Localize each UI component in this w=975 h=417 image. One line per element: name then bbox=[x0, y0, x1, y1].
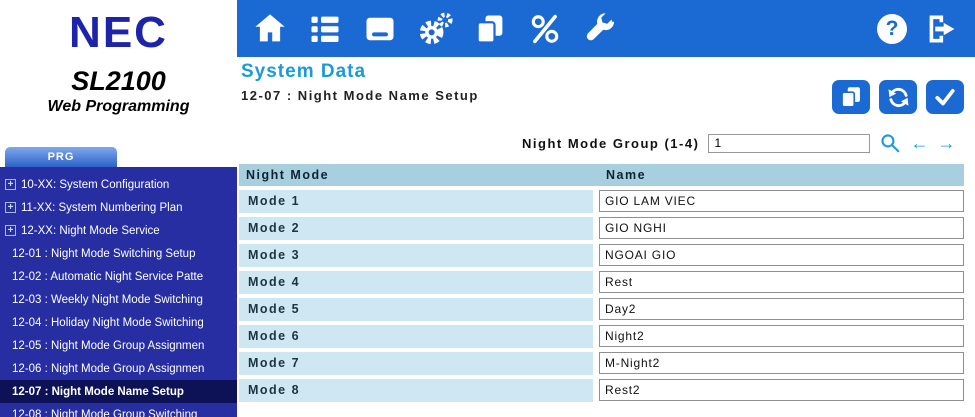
table-row: Mode 5 bbox=[239, 298, 964, 321]
next-arrow-icon[interactable]: → bbox=[937, 134, 955, 153]
copy-pages-icon[interactable] bbox=[471, 10, 509, 48]
name-input-3[interactable] bbox=[599, 244, 964, 266]
main-content: System Data 12-07 : Night Mode Name Setu… bbox=[237, 57, 975, 417]
top-toolbar: ? bbox=[237, 0, 975, 57]
action-buttons bbox=[832, 80, 964, 114]
table-row: Mode 2 bbox=[239, 217, 964, 240]
col-header-night-mode: Night Mode bbox=[239, 164, 593, 186]
name-input-2[interactable] bbox=[599, 217, 964, 239]
sidebar-item-label: 12-01 : Night Mode Switching Setup bbox=[12, 248, 195, 260]
sidebar-item-label: 12-03 : Weekly Night Mode Switching bbox=[12, 294, 203, 306]
sidebar-item-12-02[interactable]: 12-02 : Automatic Night Service Patte bbox=[0, 265, 237, 288]
app-subtitle: Web Programming bbox=[0, 98, 237, 116]
name-input-4[interactable] bbox=[599, 271, 964, 293]
sidebar-item-10xx[interactable]: + 10-XX: System Configuration bbox=[0, 173, 237, 196]
sidebar-item-12-01[interactable]: 12-01 : Night Mode Switching Setup bbox=[0, 242, 237, 265]
model-name: SL2100 bbox=[0, 66, 237, 97]
app-window: NEC SL2100 Web Programming PRG + 10-XX: … bbox=[0, 0, 975, 417]
sidebar-item-label: 12-05 : Night Mode Group Assignmen bbox=[12, 340, 204, 352]
name-input-1[interactable] bbox=[599, 190, 964, 212]
logout-icon[interactable] bbox=[923, 10, 961, 48]
name-input-5[interactable] bbox=[599, 298, 964, 320]
help-icon[interactable]: ? bbox=[877, 14, 907, 44]
sidebar-item-12-04[interactable]: 12-04 : Holiday Night Mode Switching bbox=[0, 311, 237, 334]
mode-label: Mode 3 bbox=[239, 244, 593, 267]
sidebar-item-label: 12-08 : Night Mode Group Switching bbox=[12, 409, 197, 417]
sidebar-item-label: 11-XX: System Numbering Plan bbox=[21, 202, 183, 214]
mode-label: Mode 1 bbox=[239, 190, 593, 213]
sidebar-item-label: 12-06 : Night Mode Group Assignmen bbox=[12, 363, 204, 375]
mode-label: Mode 7 bbox=[239, 352, 593, 375]
storage-icon[interactable] bbox=[361, 10, 399, 48]
group-input[interactable] bbox=[708, 134, 870, 153]
prev-arrow-icon[interactable]: ← bbox=[910, 134, 928, 153]
search-icon[interactable] bbox=[879, 132, 901, 154]
name-input-6[interactable] bbox=[599, 325, 964, 347]
sidebar-item-12xx[interactable]: + 12-XX: Night Mode Service bbox=[0, 219, 237, 242]
mode-label: Mode 8 bbox=[239, 379, 593, 402]
nec-logo: NEC bbox=[0, 8, 237, 58]
home-icon[interactable] bbox=[251, 10, 289, 48]
name-input-7[interactable] bbox=[599, 352, 964, 374]
table-header-row: Night Mode Name bbox=[239, 164, 964, 186]
sidebar-item-label: 12-XX: Night Mode Service bbox=[21, 225, 160, 237]
sidebar-item-11xx[interactable]: + 11-XX: System Numbering Plan bbox=[0, 196, 237, 219]
table-row: Mode 1 bbox=[239, 190, 964, 213]
night-mode-table: Night Mode Name Mode 1 Mode 2 Mode 3 Mod… bbox=[239, 164, 964, 406]
group-selector-row: Night Mode Group (1-4) ← → bbox=[522, 132, 955, 154]
table-row: Mode 8 bbox=[239, 379, 964, 402]
table-row: Mode 7 bbox=[239, 352, 964, 375]
sidebar-item-12-03[interactable]: 12-03 : Weekly Night Mode Switching bbox=[0, 288, 237, 311]
nav-tree: + 10-XX: System Configuration + 11-XX: S… bbox=[0, 167, 237, 417]
mode-label: Mode 5 bbox=[239, 298, 593, 321]
mode-label: Mode 2 bbox=[239, 217, 593, 240]
gears-icon[interactable] bbox=[416, 10, 454, 48]
sidebar: NEC SL2100 Web Programming PRG + 10-XX: … bbox=[0, 0, 237, 417]
table-row: Mode 3 bbox=[239, 244, 964, 267]
menu-list-icon[interactable] bbox=[306, 10, 344, 48]
mode-label: Mode 4 bbox=[239, 271, 593, 294]
sidebar-item-12-07-selected[interactable]: 12-07 : Night Mode Name Setup bbox=[0, 380, 237, 403]
maintenance-tools-icon[interactable] bbox=[526, 10, 564, 48]
wrench-icon[interactable] bbox=[581, 10, 619, 48]
apply-button[interactable] bbox=[926, 80, 964, 114]
sidebar-item-12-06[interactable]: 12-06 : Night Mode Group Assignmen bbox=[0, 357, 237, 380]
copy-button[interactable] bbox=[832, 80, 870, 114]
sidebar-item-12-05[interactable]: 12-05 : Night Mode Group Assignmen bbox=[0, 334, 237, 357]
expand-icon[interactable]: + bbox=[5, 202, 16, 213]
col-header-name: Name bbox=[599, 164, 964, 186]
name-input-8[interactable] bbox=[599, 379, 964, 401]
table-row: Mode 6 bbox=[239, 325, 964, 348]
sidebar-item-label: 10-XX: System Configuration bbox=[21, 179, 169, 191]
group-label: Night Mode Group (1-4) bbox=[522, 136, 699, 151]
table-row: Mode 4 bbox=[239, 271, 964, 294]
sidebar-item-label: 12-04 : Holiday Night Mode Switching bbox=[12, 317, 204, 329]
refresh-button[interactable] bbox=[879, 80, 917, 114]
expand-icon[interactable]: + bbox=[5, 179, 16, 190]
sidebar-item-label: 12-07 : Night Mode Name Setup bbox=[12, 386, 184, 398]
tab-prg[interactable]: PRG bbox=[5, 147, 117, 167]
expand-icon[interactable]: + bbox=[5, 225, 16, 236]
mode-label: Mode 6 bbox=[239, 325, 593, 348]
check-icon bbox=[932, 84, 958, 110]
sidebar-item-12-08[interactable]: 12-08 : Night Mode Group Switching bbox=[0, 403, 237, 417]
sidebar-item-label: 12-02 : Automatic Night Service Patte bbox=[12, 271, 203, 283]
